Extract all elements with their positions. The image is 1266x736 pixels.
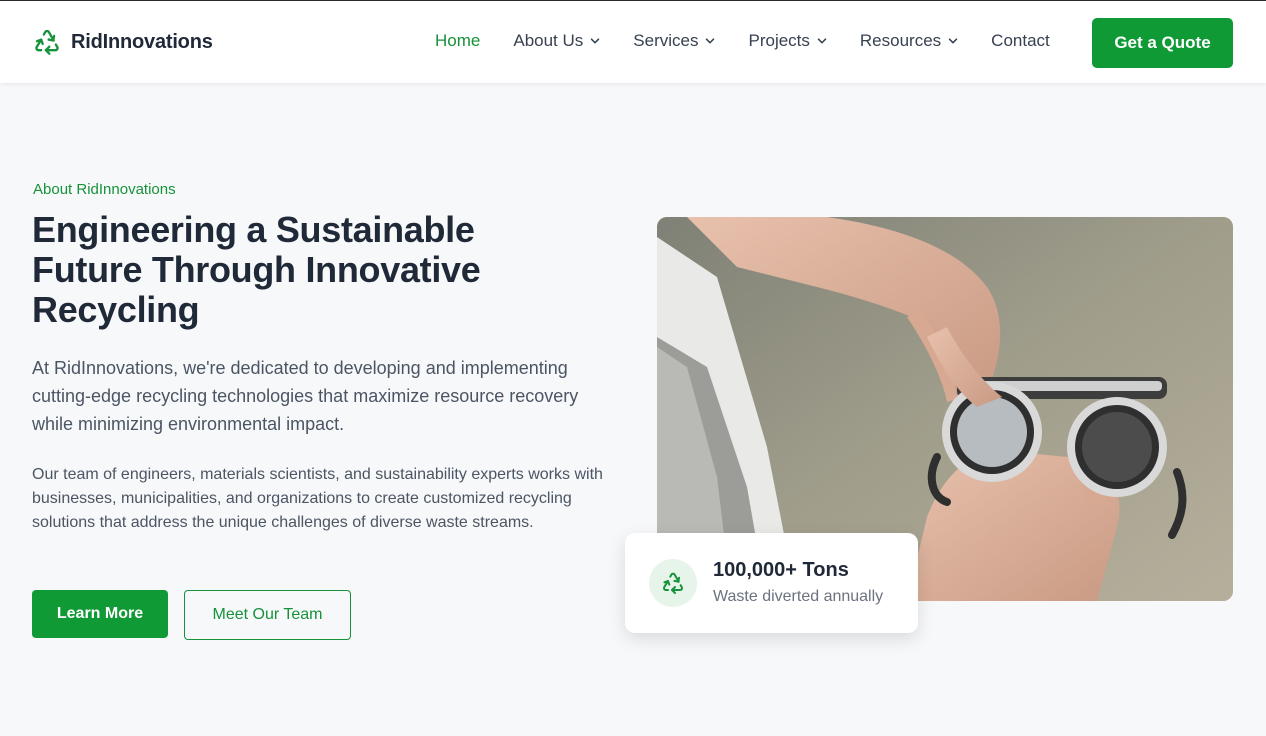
stat-icon-badge bbox=[649, 559, 697, 607]
recycle-icon bbox=[35, 29, 59, 55]
section-eyebrow: About RidInnovations bbox=[33, 181, 176, 198]
nav-item-label: Contact bbox=[991, 31, 1050, 50]
nav-item-label: Services bbox=[633, 31, 699, 50]
brand-name: RidInnovations bbox=[71, 30, 213, 53]
chevron-down-icon bbox=[706, 38, 715, 44]
chevron-down-icon bbox=[591, 38, 600, 44]
nav-item-home[interactable]: Home bbox=[435, 31, 480, 51]
navbar: RidInnovations Home About Us Services Pr… bbox=[0, 0, 1266, 83]
nav-item-about-us[interactable]: About Us bbox=[513, 31, 600, 51]
get-a-quote-button[interactable]: Get a Quote bbox=[1092, 18, 1233, 68]
learn-more-button[interactable]: Learn More bbox=[32, 590, 168, 638]
recycle-icon bbox=[662, 572, 684, 594]
main-nav: Home About Us Services Projects Resource… bbox=[435, 31, 1083, 51]
nav-item-contact[interactable]: Contact bbox=[991, 31, 1050, 51]
nav-item-label: Home bbox=[435, 31, 481, 50]
stat-value: 100,000+ Tons bbox=[713, 559, 849, 581]
lead-paragraph: At RidInnovations, we're dedicated to de… bbox=[32, 358, 579, 434]
nav-item-services[interactable]: Services bbox=[633, 31, 715, 51]
nav-item-resources[interactable]: Resources bbox=[860, 31, 958, 51]
page-title: Engineering a Sustainable Future Through… bbox=[32, 209, 481, 330]
chevron-down-icon bbox=[817, 38, 827, 44]
nav-item-label: About Us bbox=[513, 31, 584, 50]
nav-item-label: Projects bbox=[748, 31, 810, 50]
meet-our-team-button[interactable]: Meet Our Team bbox=[184, 590, 351, 640]
stat-label: Waste diverted annually bbox=[713, 588, 884, 605]
brand-logo[interactable]: RidInnovations bbox=[33, 28, 213, 56]
nav-item-label: Resources bbox=[859, 31, 942, 50]
chevron-down-icon bbox=[948, 38, 958, 44]
stat-card: 100,000+ Tons Waste diverted annually bbox=[625, 533, 918, 633]
nav-item-projects[interactable]: Projects bbox=[748, 31, 827, 51]
body-paragraph: Our team of engineers, materials scienti… bbox=[32, 466, 603, 531]
